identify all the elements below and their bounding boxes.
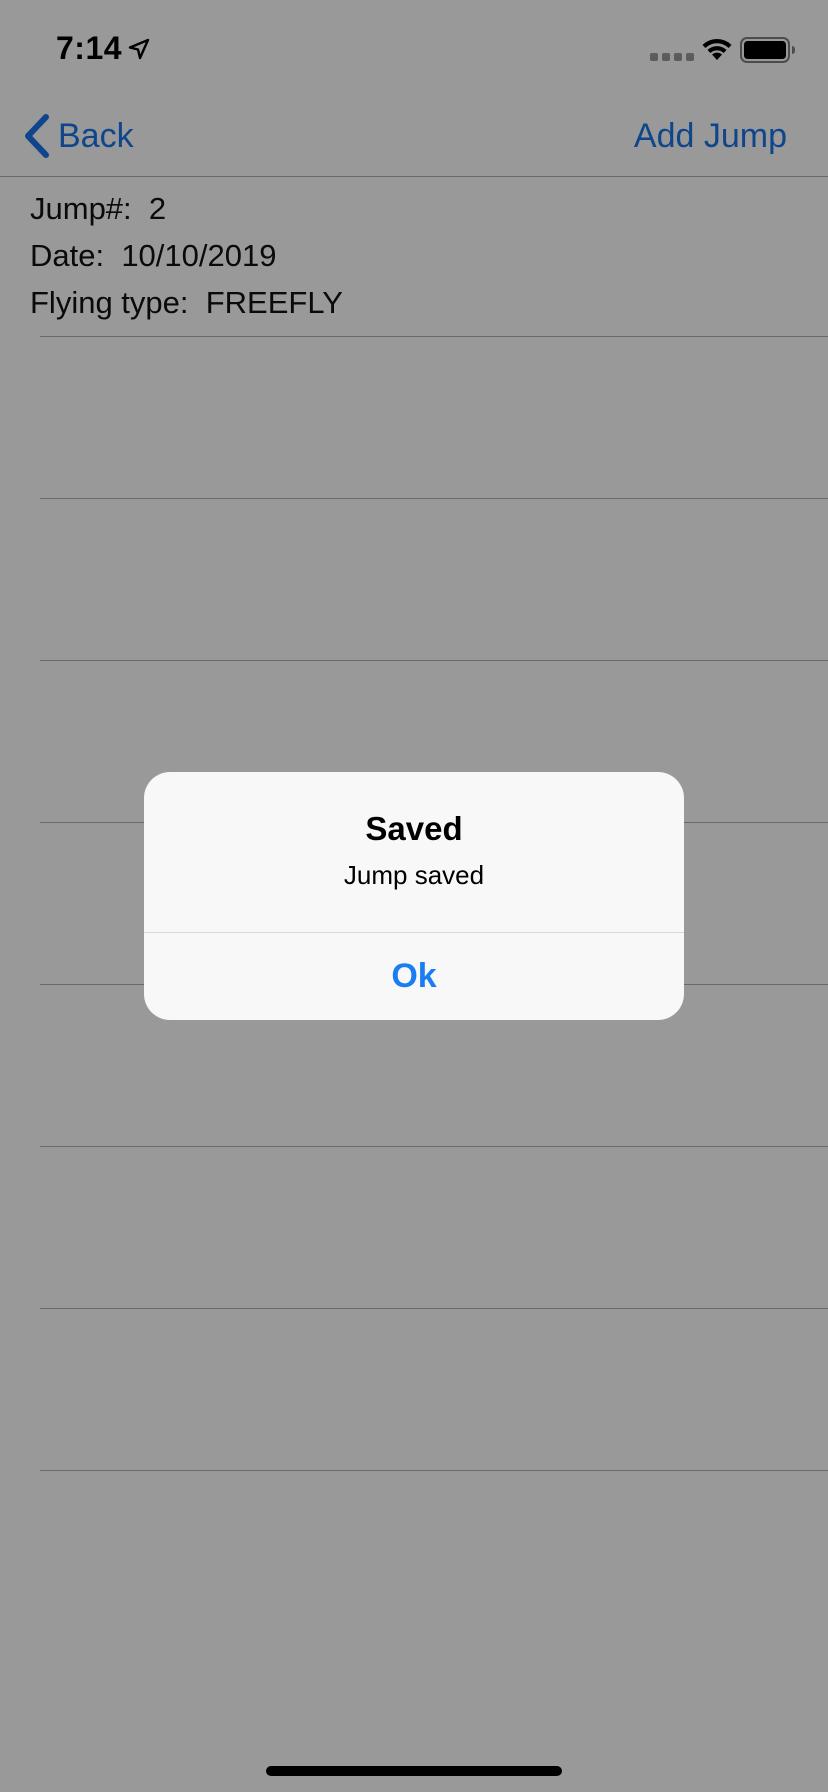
ok-button[interactable]: Ok xyxy=(144,933,684,1020)
saved-alert-dialog: Saved Jump saved Ok xyxy=(144,772,684,1020)
alert-message: Jump saved xyxy=(343,860,485,890)
alert-title: Saved xyxy=(365,810,463,847)
